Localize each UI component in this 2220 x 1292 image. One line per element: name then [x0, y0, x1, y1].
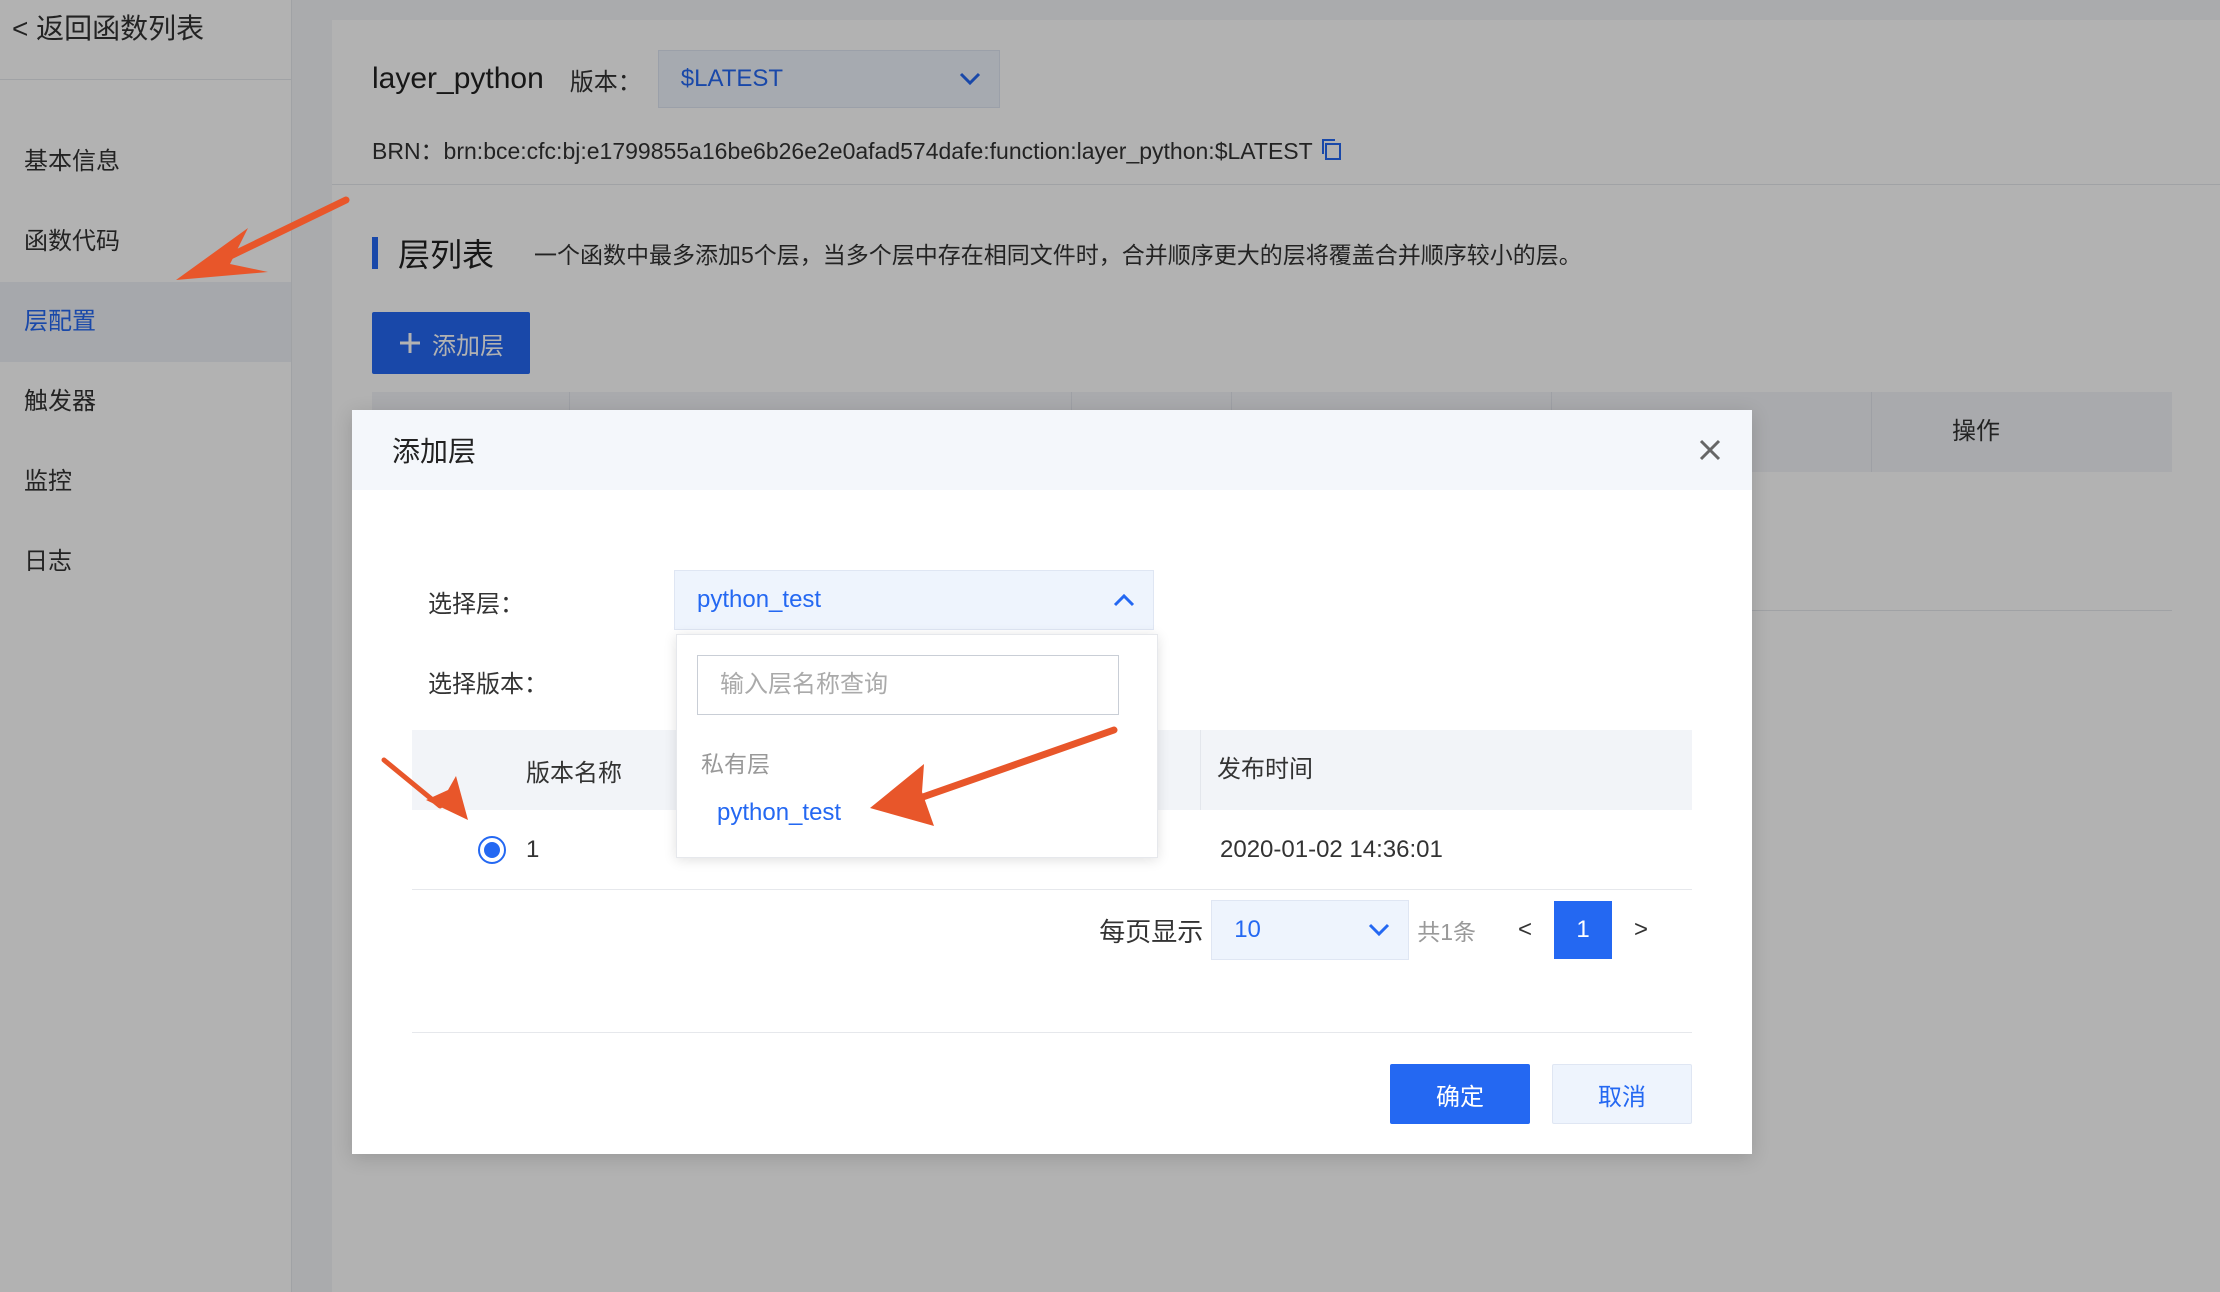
header-publish-time: 发布时间 — [1200, 730, 1313, 810]
chevron-up-icon — [1113, 593, 1135, 607]
pagination: 每页显示 10 共1条 < 1 > — [352, 900, 1752, 960]
per-page-value: 10 — [1234, 916, 1261, 943]
total-count: 共1条 — [1417, 919, 1476, 945]
layer-option-python-test[interactable]: python_test — [717, 799, 841, 827]
confirm-button[interactable]: 确定 — [1390, 1064, 1530, 1124]
chevron-down-icon — [1369, 923, 1390, 937]
modal-header: 添加层 — [352, 410, 1752, 490]
per-page-label: 每页显示 — [1099, 916, 1204, 947]
cancel-button[interactable]: 取消 — [1552, 1064, 1692, 1124]
modal-footer-divider — [412, 1032, 1692, 1033]
publish-time-cell: 2020-01-02 14:36:01 — [1220, 835, 1443, 863]
modal-title: 添加层 — [392, 436, 477, 467]
select-layer-label: 选择层： — [428, 591, 524, 618]
layer-select-value: python_test — [697, 586, 822, 613]
layer-search-input[interactable] — [697, 655, 1119, 715]
per-page-select[interactable]: 10 — [1211, 900, 1410, 960]
page-1-button[interactable]: 1 — [1554, 901, 1612, 959]
next-page-button[interactable]: > — [1612, 916, 1670, 944]
layer-dropdown: 私有层 python_test — [676, 634, 1158, 858]
layer-select[interactable]: python_test — [674, 570, 1154, 630]
close-icon[interactable] — [1692, 432, 1728, 468]
private-layer-group-label: 私有层 — [701, 751, 770, 777]
select-version-label: 选择版本： — [428, 671, 548, 698]
version-radio[interactable] — [478, 835, 506, 864]
prev-page-button[interactable]: < — [1496, 916, 1554, 944]
